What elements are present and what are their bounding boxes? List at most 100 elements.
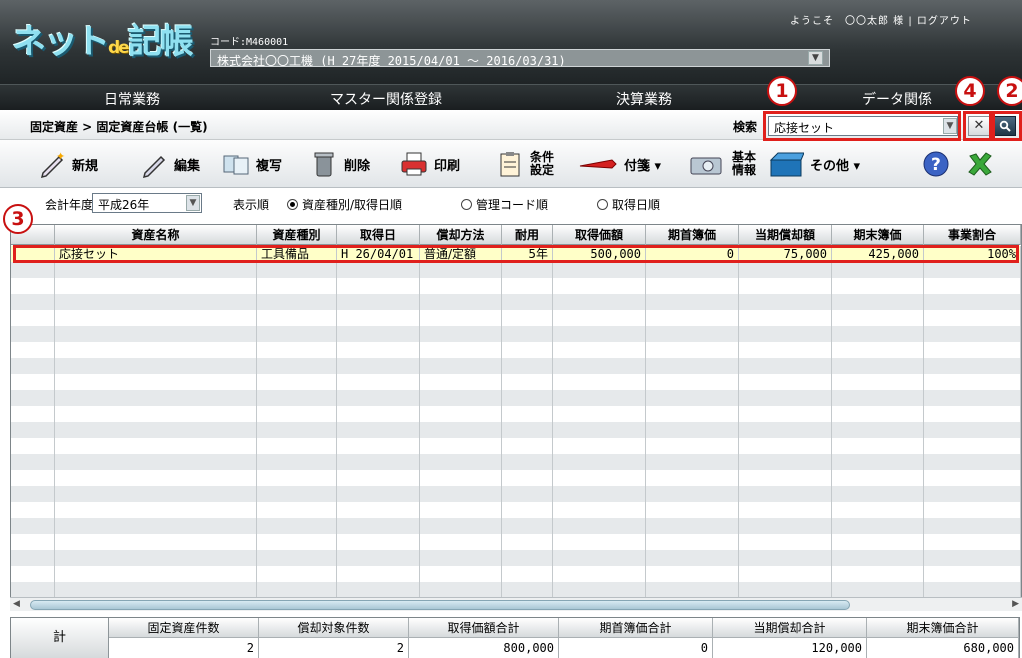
col-header-date[interactable]: 取得日 — [337, 225, 420, 245]
col-header-type[interactable]: 資産種別 — [257, 225, 337, 245]
col-header-opening-value[interactable]: 期首簿価 — [646, 225, 739, 245]
empty-cell — [502, 294, 553, 310]
empty-table-row[interactable] — [11, 438, 1021, 454]
chevron-down-icon[interactable]: ▼ — [808, 51, 823, 65]
radio-asset-type-order[interactable]: 資産種別/取得日順 — [287, 196, 402, 213]
empty-table-row[interactable] — [11, 550, 1021, 566]
summary-value-closing-total: 680,000 — [867, 638, 1019, 658]
empty-cell — [646, 326, 739, 342]
empty-table-row[interactable] — [11, 582, 1021, 598]
col-header-method[interactable]: 償却方法 — [420, 225, 502, 245]
new-button[interactable]: ✦ 新規 — [38, 147, 98, 181]
empty-cell — [257, 422, 337, 438]
welcome-text[interactable]: ようこそ 〇〇太郎 様 | ログアウト — [790, 12, 972, 27]
search-button-highlight-box — [992, 111, 1022, 141]
nav-data[interactable]: データ関係 — [862, 89, 932, 109]
other-button[interactable]: その他 ▾ — [768, 147, 860, 181]
empty-cell — [337, 278, 420, 294]
empty-table-row[interactable] — [11, 486, 1021, 502]
empty-cell — [420, 326, 502, 342]
condition-settings-button[interactable]: 条件 設定 — [496, 147, 554, 181]
empty-cell — [337, 342, 420, 358]
empty-cell — [337, 582, 420, 598]
radio-acquisition-date-order[interactable]: 取得日順 — [597, 196, 660, 213]
empty-cell — [924, 454, 1021, 470]
company-select[interactable]: 株式会社〇〇工機 (H 27年度 2015/04/01 ～ 2016/03/31… — [210, 49, 830, 67]
empty-cell — [420, 342, 502, 358]
col-header-acq-price[interactable]: 取得価額 — [553, 225, 646, 245]
empty-table-row[interactable] — [11, 310, 1021, 326]
empty-table-row[interactable] — [11, 374, 1021, 390]
scroll-thumb[interactable] — [30, 600, 850, 610]
empty-cell — [502, 582, 553, 598]
delete-button[interactable]: 削除 — [310, 147, 370, 181]
svg-text:?: ? — [931, 155, 941, 175]
empty-cell — [420, 262, 502, 278]
empty-table-row[interactable] — [11, 454, 1021, 470]
empty-cell — [502, 502, 553, 518]
nav-master[interactable]: マスター関係登録 — [330, 89, 442, 109]
empty-cell — [646, 390, 739, 406]
empty-table-row[interactable] — [11, 326, 1021, 342]
empty-cell — [502, 470, 553, 486]
col-header-name[interactable]: 資産名称 — [55, 225, 257, 245]
empty-cell — [553, 566, 646, 582]
table-header: 資産名称 資産種別 取得日 償却方法 耐用 取得価額 期首簿価 当期償却額 期末… — [11, 225, 1021, 245]
col-header-depreciation[interactable]: 当期償却額 — [739, 225, 832, 245]
copy-button[interactable]: 複写 — [222, 147, 282, 181]
print-button[interactable]: 印刷 — [400, 147, 460, 181]
empty-table-row[interactable] — [11, 358, 1021, 374]
edit-button[interactable]: 編集 — [140, 147, 200, 181]
empty-table-row[interactable] — [11, 390, 1021, 406]
empty-table-row[interactable] — [11, 406, 1021, 422]
basic-info-button[interactable]: 基本 情報 — [688, 147, 756, 181]
tag-icon — [578, 150, 618, 178]
empty-cell — [420, 438, 502, 454]
chevron-down-icon[interactable]: ▼ — [186, 195, 200, 211]
empty-cell — [11, 550, 55, 566]
callout-3: 3 — [3, 204, 33, 234]
empty-cell — [502, 534, 553, 550]
empty-table-row[interactable] — [11, 518, 1021, 534]
horizontal-scrollbar[interactable]: ◀ ▶ — [10, 597, 1022, 611]
empty-cell — [646, 454, 739, 470]
empty-table-row[interactable] — [11, 566, 1021, 582]
empty-cell — [337, 294, 420, 310]
empty-cell — [257, 566, 337, 582]
empty-table-row[interactable] — [11, 278, 1021, 294]
empty-table-row[interactable] — [11, 470, 1021, 486]
empty-table-row[interactable] — [11, 502, 1021, 518]
empty-table-row[interactable] — [11, 262, 1021, 278]
nav-closing[interactable]: 決算業務 — [616, 89, 672, 109]
empty-cell — [832, 454, 924, 470]
empty-cell — [257, 534, 337, 550]
empty-cell — [420, 582, 502, 598]
empty-cell — [646, 278, 739, 294]
pencil-icon: ✦ — [38, 150, 66, 179]
empty-cell — [502, 326, 553, 342]
help-button[interactable]: ? — [922, 147, 956, 181]
col-header-life[interactable]: 耐用 — [502, 225, 553, 245]
col-header-closing-value[interactable]: 期末簿価 — [832, 225, 924, 245]
empty-cell — [337, 566, 420, 582]
col-header-business-ratio[interactable]: 事業割合 — [924, 225, 1021, 245]
empty-cell — [55, 358, 257, 374]
summary-value-depr-count: 2 — [259, 638, 409, 658]
empty-table-row[interactable] — [11, 294, 1021, 310]
empty-table-row[interactable] — [11, 422, 1021, 438]
nav-daily[interactable]: 日常業務 — [104, 89, 160, 109]
sticky-note-button[interactable]: 付箋 ▾ — [578, 147, 661, 181]
empty-cell — [832, 566, 924, 582]
empty-cell — [55, 406, 257, 422]
empty-table-row[interactable] — [11, 342, 1021, 358]
radio-management-code-order[interactable]: 管理コード順 — [461, 196, 548, 213]
empty-cell — [420, 390, 502, 406]
scroll-left-icon[interactable]: ◀ — [13, 599, 20, 609]
close-button[interactable] — [966, 147, 1000, 181]
empty-cell — [55, 342, 257, 358]
scroll-right-icon[interactable]: ▶ — [1012, 599, 1019, 609]
empty-table-row[interactable] — [11, 534, 1021, 550]
empty-cell — [832, 534, 924, 550]
empty-cell — [11, 342, 55, 358]
empty-cell — [257, 358, 337, 374]
